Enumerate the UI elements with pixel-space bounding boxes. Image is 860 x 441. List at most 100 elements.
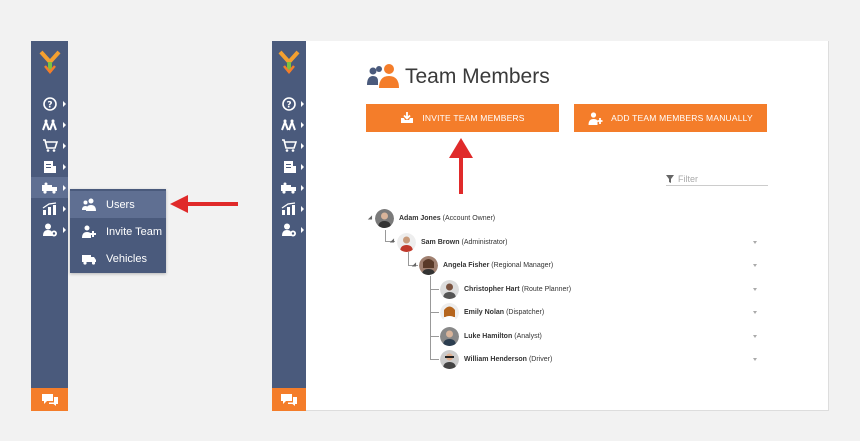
logo-icon — [39, 50, 60, 74]
user-settings-icon — [282, 223, 296, 236]
add-user-icon — [588, 111, 603, 125]
team-members-panel: Team Members INVITE TEAM MEMBERS ADD TEA… — [306, 41, 829, 411]
page-title: Team Members — [405, 65, 550, 88]
member-name: Adam Jones — [399, 214, 441, 222]
member-role: (Administrator) — [461, 238, 508, 246]
tree-connector — [430, 336, 439, 337]
tree-connector — [430, 359, 439, 360]
team-vehicles-icon — [281, 182, 296, 194]
row-caret[interactable] — [753, 311, 757, 314]
sidebar-item-help[interactable]: ? — [272, 93, 306, 114]
sidebar-item-cart[interactable] — [31, 135, 68, 156]
sidebar-item-documents[interactable] — [272, 156, 306, 177]
submenu-label: Invite Team — [106, 225, 163, 238]
row-caret[interactable] — [753, 241, 757, 244]
sidebar-icons: ? — [31, 93, 68, 240]
tree-node[interactable]: Adam Jones (Account Owner) — [375, 208, 495, 228]
avatar — [419, 255, 438, 275]
team-members-icon — [367, 64, 399, 88]
inbox-download-icon — [401, 112, 414, 123]
member-name: Luke Hamilton — [464, 332, 513, 340]
tree-expander[interactable] — [367, 215, 375, 222]
route4me-logo[interactable] — [31, 41, 68, 83]
chat-icon — [281, 393, 297, 406]
tree-connector — [430, 289, 439, 290]
avatar — [440, 326, 459, 346]
chat-icon — [41, 393, 58, 406]
help-icon: ? — [42, 96, 57, 111]
invite-team-members-button[interactable]: INVITE TEAM MEMBERS — [366, 104, 559, 132]
right-sidebar: ? — [272, 41, 306, 411]
row-caret[interactable] — [753, 335, 757, 338]
member-role: (Dispatcher) — [506, 308, 545, 316]
sidebar-item-analytics[interactable] — [272, 198, 306, 219]
avatar — [375, 208, 394, 228]
chat-button[interactable] — [272, 388, 306, 411]
submenu-label: Vehicles — [106, 252, 147, 265]
team-submenu: Users Invite Team Vehicles — [70, 189, 166, 273]
chat-button[interactable] — [31, 388, 68, 411]
sidebar-item-routes[interactable] — [272, 114, 306, 135]
sidebar-item-routes[interactable] — [31, 114, 68, 135]
svg-text:?: ? — [47, 100, 52, 110]
left-sidebar: ? — [31, 41, 68, 411]
filter-placeholder: Filter — [678, 173, 698, 184]
filter-icon — [666, 174, 674, 183]
filter-input[interactable]: Filter — [666, 172, 768, 186]
tree-node[interactable]: Christopher Hart (Route Planner) — [440, 279, 571, 299]
documents-icon — [283, 160, 296, 173]
tree-expander[interactable] — [389, 238, 397, 245]
svg-text:?: ? — [286, 100, 291, 110]
submenu-item-invite-team[interactable]: Invite Team — [70, 218, 166, 245]
tree-node[interactable]: Emily Nolan (Dispatcher) — [440, 302, 544, 322]
tree-connector — [430, 312, 439, 313]
avatar — [440, 349, 459, 369]
tree-node[interactable]: Angela Fisher (Regional Manager) — [419, 255, 553, 275]
member-name: Christopher Hart — [464, 285, 520, 293]
logo-icon — [278, 50, 300, 74]
analytics-icon — [281, 202, 296, 215]
pointer-arrow-left — [170, 195, 238, 213]
tree-node[interactable]: Luke Hamilton (Analyst) — [440, 326, 542, 346]
member-role: (Analyst) — [514, 332, 542, 340]
sidebar-item-settings[interactable] — [31, 219, 68, 240]
help-icon: ? — [282, 96, 296, 111]
tree-node[interactable]: Sam Brown (Administrator) — [397, 232, 507, 252]
sidebar-item-team[interactable] — [272, 177, 306, 198]
sidebar-item-settings[interactable] — [272, 219, 306, 240]
tree-node[interactable]: William Henderson (Driver) — [440, 349, 552, 369]
sidebar-item-help[interactable]: ? — [31, 93, 68, 114]
row-caret[interactable] — [753, 264, 757, 267]
sidebar-item-team[interactable] — [31, 177, 68, 198]
row-caret[interactable] — [753, 288, 757, 291]
member-role: (Regional Manager) — [491, 261, 554, 269]
add-button-label: ADD TEAM MEMBERS MANUALLY — [611, 113, 753, 123]
avatar — [440, 302, 459, 322]
users-icon — [82, 198, 96, 211]
row-caret[interactable] — [753, 358, 757, 361]
team-vehicles-icon — [41, 182, 57, 194]
tree-connector — [408, 252, 409, 266]
member-name: Emily Nolan — [464, 308, 505, 316]
analytics-icon — [42, 202, 56, 215]
sidebar-item-cart[interactable] — [272, 135, 306, 156]
pointer-arrow-up — [449, 138, 473, 194]
submenu-item-users[interactable]: Users — [70, 191, 166, 218]
avatar — [440, 279, 459, 299]
member-role: (Route Planner) — [521, 285, 572, 293]
route4me-logo[interactable] — [272, 41, 306, 83]
member-name: Angela Fisher — [443, 261, 490, 269]
avatar — [397, 232, 416, 252]
submenu-label: Users — [106, 198, 135, 211]
member-name: Sam Brown — [421, 238, 460, 246]
routes-icon — [281, 118, 296, 130]
add-team-members-manually-button[interactable]: ADD TEAM MEMBERS MANUALLY — [574, 104, 767, 132]
truck-icon — [82, 254, 96, 265]
user-settings-icon — [42, 223, 57, 236]
cart-icon — [282, 139, 297, 152]
documents-icon — [44, 160, 56, 173]
submenu-item-vehicles[interactable]: Vehicles — [70, 245, 166, 272]
sidebar-item-documents[interactable] — [31, 156, 68, 177]
sidebar-item-analytics[interactable] — [31, 198, 68, 219]
sidebar-icons: ? — [272, 93, 306, 240]
